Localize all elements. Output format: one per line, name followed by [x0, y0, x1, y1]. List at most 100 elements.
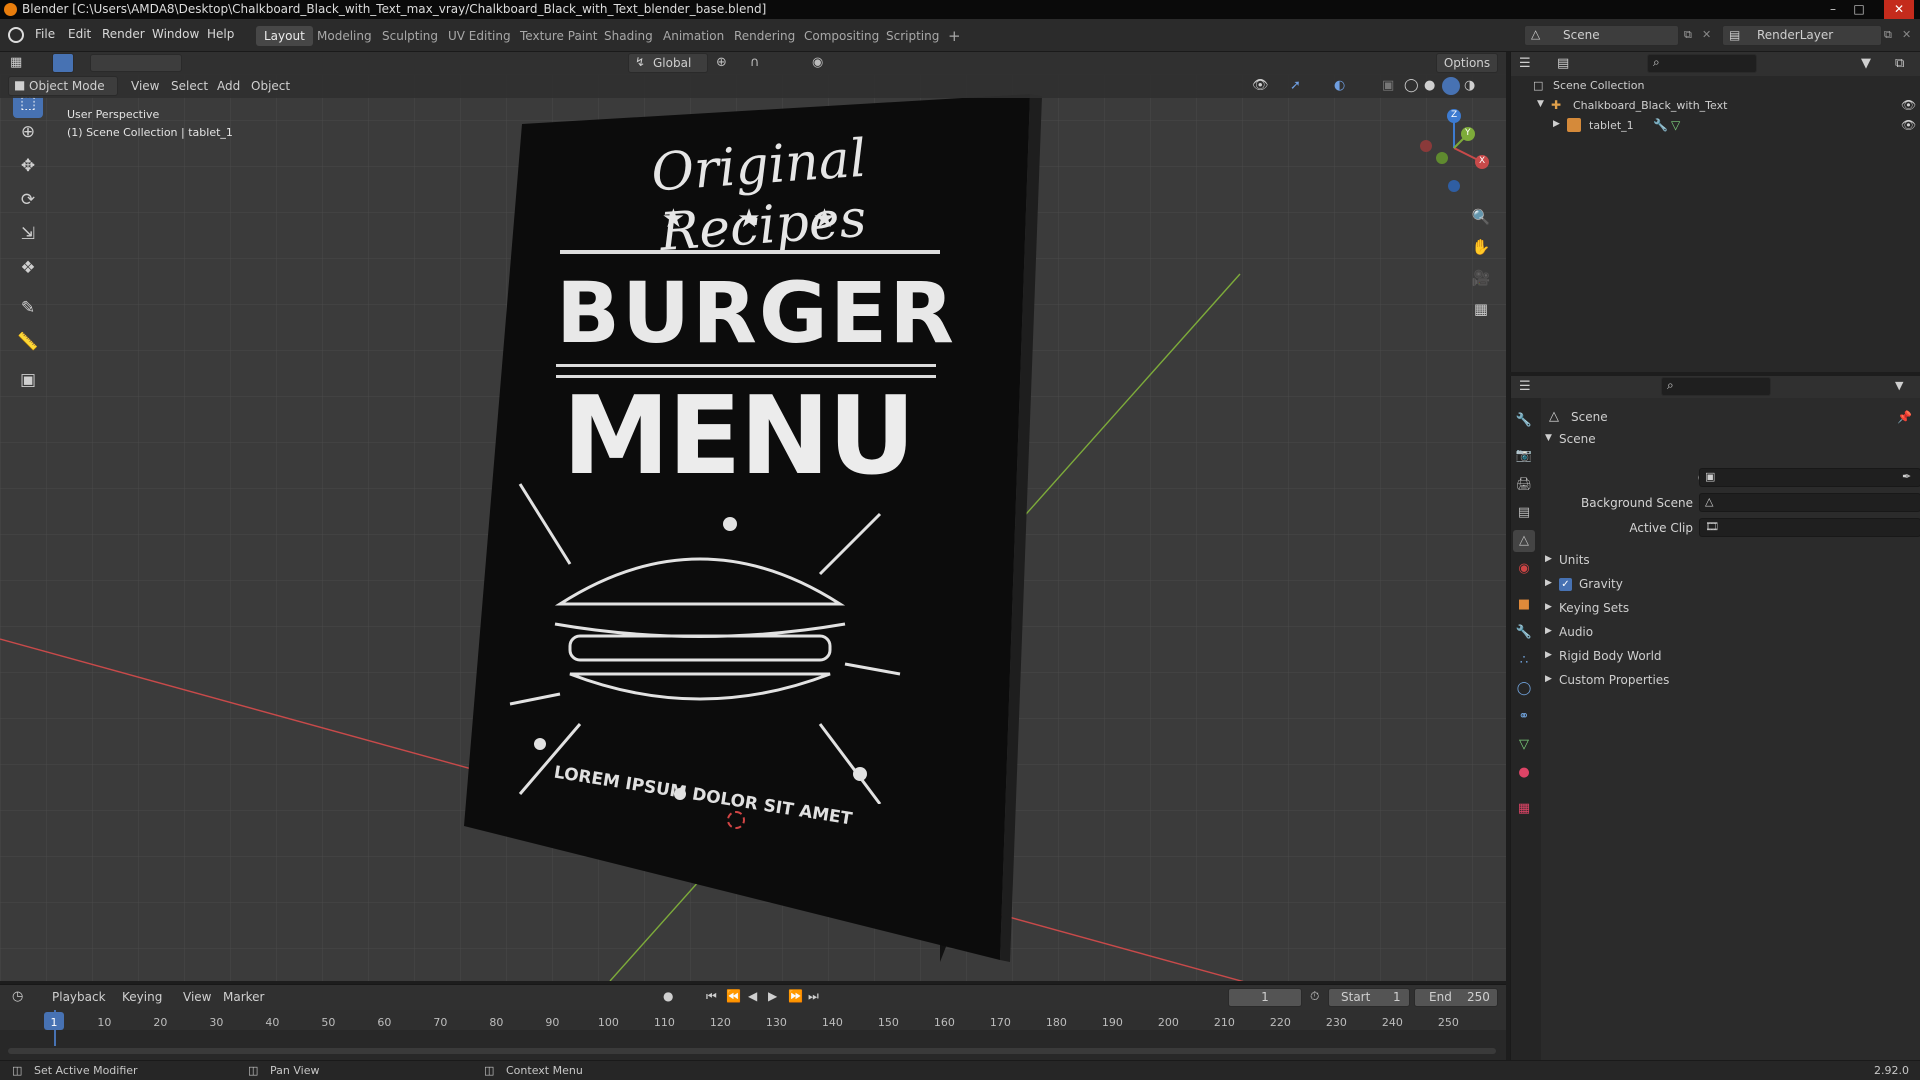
properties-search-input[interactable]: ⌕ [1661, 377, 1771, 396]
new-collection-icon[interactable]: ⧉ [1895, 56, 1904, 71]
subpanel-units[interactable]: ▶ Units [1545, 550, 1915, 572]
physics-tab-icon[interactable]: ◯ [1513, 678, 1535, 700]
view-layer-new-icon[interactable]: ⧉ [1884, 28, 1892, 42]
tab-texture-paint[interactable]: Texture Paint [512, 26, 605, 46]
cursor-tool-icon[interactable]: ⊕ [13, 117, 43, 147]
play-reverse-icon[interactable]: ◀ [748, 989, 757, 1003]
measure-tool-icon[interactable]: 📏 [13, 327, 43, 357]
solid-shading-icon[interactable]: ● [1424, 78, 1435, 93]
outliner-editor-icon[interactable]: ☰ [1519, 56, 1531, 71]
subpanel-custom-properties[interactable]: ▶ Custom Properties [1545, 670, 1915, 692]
subpanel-gravity[interactable]: ▶ ✓ Gravity [1545, 574, 1915, 596]
tab-scripting[interactable]: Scripting [878, 26, 947, 46]
scene-tab-icon[interactable]: △ [1513, 530, 1535, 552]
pan-hand-icon[interactable]: ✋ [1468, 234, 1494, 260]
transform-orientation-dropdown[interactable]: ↯ Global [628, 53, 708, 73]
material-tab-icon[interactable]: ● [1513, 762, 1535, 784]
filter-icon[interactable]: ▼ [1861, 56, 1871, 71]
record-icon[interactable]: ● [663, 989, 673, 1003]
menu-file[interactable]: File [35, 27, 55, 41]
tab-modeling[interactable]: Modeling [309, 26, 380, 46]
tab-compositing[interactable]: Compositing [796, 26, 887, 46]
tab-shading[interactable]: Shading [596, 26, 661, 46]
display-mode-icon[interactable]: ▤ [1557, 56, 1569, 71]
constraints-tab-icon[interactable]: ⚭ [1513, 706, 1535, 728]
timeline-scrollbar[interactable] [8, 1048, 1496, 1054]
start-frame-field[interactable]: Start 1 [1328, 988, 1410, 1007]
expand-arrow-icon[interactable]: ▼ [1537, 99, 1544, 109]
visibility-eye-icon[interactable]: 👁 [1901, 98, 1916, 112]
3d-viewport[interactable]: User Perspective (1) Scene Collection | … [0, 74, 1506, 981]
scale-tool-icon[interactable]: ⇲ [13, 219, 43, 249]
subpanel-keying-sets[interactable]: ▶ Keying Sets [1545, 598, 1915, 620]
minimize-button[interactable]: – [1822, 0, 1844, 19]
menu-edit[interactable]: Edit [68, 27, 91, 41]
mesh-data-icon[interactable]: ▽ [1671, 118, 1680, 132]
add-cube-tool-icon[interactable]: ▣ [13, 365, 43, 395]
outliner-row-scene-collection[interactable]: □ Scene Collection [1533, 76, 1913, 96]
modifier-tab-icon[interactable]: 🔧 [1513, 622, 1535, 644]
view-layer-selector[interactable]: ▤ RenderLayer [1722, 25, 1882, 46]
outliner-row-collection[interactable]: ▼ ✚ Chalkboard_Black_with_Text 👁 [1537, 96, 1920, 116]
jump-keyframe-forward-icon[interactable]: ⏩ [788, 989, 803, 1003]
object-tab-icon[interactable]: ■ [1513, 594, 1535, 616]
eyedropper-icon[interactable]: ✒ [1902, 470, 1911, 483]
timeline-menu-view[interactable]: View [183, 987, 211, 1007]
tab-animation[interactable]: Animation [655, 26, 732, 46]
pivot-point-icon[interactable]: ⊕ [716, 55, 727, 70]
visibility-icon[interactable]: 👁 [1252, 78, 1269, 93]
close-button[interactable]: ✕ [1884, 0, 1914, 19]
transform-tool-icon[interactable]: ❖ [13, 253, 43, 283]
tool-settings-tab-icon[interactable]: 🔧 [1513, 410, 1535, 432]
view-layer-tab-icon[interactable]: ▤ [1513, 502, 1535, 524]
gravity-checkbox[interactable]: ✓ [1559, 578, 1572, 591]
tab-uv-editing[interactable]: UV Editing [440, 26, 519, 46]
maximize-button[interactable]: □ [1848, 0, 1870, 19]
3d-cursor-icon[interactable] [727, 811, 745, 829]
snap-icon[interactable]: ∩ [750, 55, 760, 70]
menu-render[interactable]: Render [102, 27, 145, 41]
menu-help[interactable]: Help [207, 27, 234, 41]
background-scene-field[interactable]: △ [1699, 493, 1920, 512]
menu-window[interactable]: Window [152, 27, 199, 41]
timeline-menu-keying[interactable]: Keying [122, 987, 162, 1007]
subpanel-rigid-body-world[interactable]: ▶ Rigid Body World [1545, 646, 1915, 668]
camera-field[interactable]: ▣ ✒ [1699, 468, 1920, 487]
stopwatch-icon[interactable]: ⏱ [1310, 989, 1319, 1004]
selection-mode-buttons[interactable] [90, 54, 182, 72]
scene-new-icon[interactable]: ⧉ [1684, 28, 1692, 42]
annotate-tool-icon[interactable]: ✎ [13, 293, 43, 323]
move-tool-icon[interactable]: ✥ [13, 151, 43, 181]
rendered-shading-icon[interactable]: ◑ [1464, 78, 1475, 93]
blender-menu-icon[interactable] [8, 27, 24, 43]
modifier-wrench-icon[interactable]: 🔧 [1653, 118, 1668, 132]
overlay-toggle-icon[interactable]: ◐ [1334, 78, 1345, 93]
timeline-editor-icon[interactable]: ◷ [12, 989, 23, 1004]
navigation-gizmo[interactable] [1410, 106, 1490, 196]
add-workspace-button[interactable]: + [940, 26, 969, 46]
viewport-menu-view[interactable]: View [131, 76, 159, 96]
texture-tab-icon[interactable]: ▦ [1513, 798, 1535, 820]
jump-keyframe-back-icon[interactable]: ⏪ [726, 989, 741, 1003]
gizmo-toggle-icon[interactable]: ➚ [1290, 78, 1301, 93]
tab-layout[interactable]: Layout [256, 26, 313, 46]
outliner-row-tablet[interactable]: ▶ tablet_1 🔧 ▽ 👁 [1553, 116, 1920, 136]
collapse-arrow-icon[interactable]: ▶ [1553, 119, 1560, 129]
scene-remove-icon[interactable]: ✕ [1702, 28, 1711, 41]
world-tab-icon[interactable]: ◉ [1513, 558, 1535, 580]
mode-dropdown[interactable]: ■ Object Mode [8, 76, 118, 96]
editor-type-icon[interactable]: ▦ [10, 55, 22, 70]
camera-view-icon[interactable]: 🎥 [1468, 265, 1494, 291]
subpanel-audio[interactable]: ▶ Audio [1545, 622, 1915, 644]
options-dropdown[interactable]: Options [1436, 53, 1498, 73]
rotate-tool-icon[interactable]: ⟳ [13, 185, 43, 215]
render-tab-icon[interactable]: 📷 [1513, 445, 1535, 467]
data-tab-icon[interactable]: ▽ [1513, 734, 1535, 756]
zoom-icon[interactable]: 🔍 [1468, 204, 1494, 230]
viewport-menu-add[interactable]: Add [217, 76, 240, 96]
viewport-menu-object[interactable]: Object [251, 76, 290, 96]
output-tab-icon[interactable]: 🖨 [1513, 474, 1535, 496]
view-layer-remove-icon[interactable]: ✕ [1902, 28, 1911, 41]
end-frame-field[interactable]: End 250 [1414, 988, 1498, 1007]
scene-selector[interactable]: △ Scene [1524, 25, 1679, 46]
